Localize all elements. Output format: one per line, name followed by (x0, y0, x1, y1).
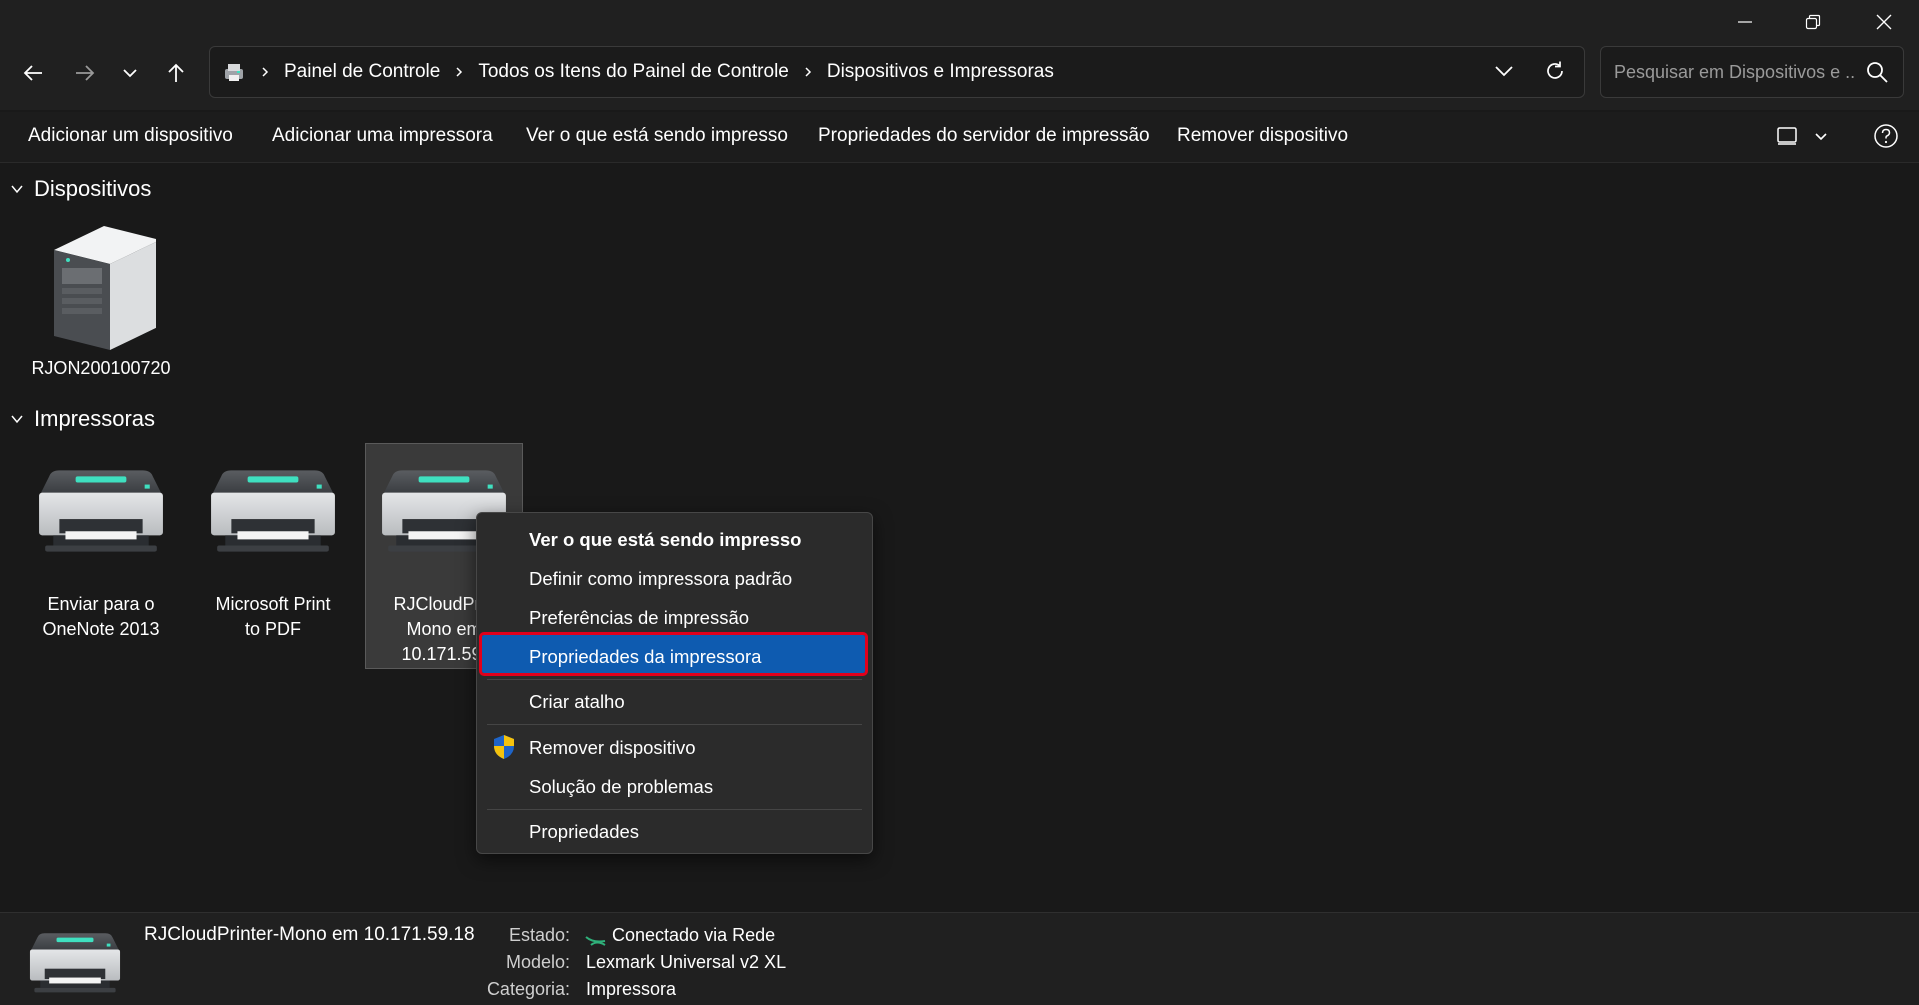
device-label: RJON200100720 (31, 358, 171, 378)
context-menu: Ver o que está sendo impresso Definir co… (476, 512, 873, 854)
arrow-right-icon (76, 65, 95, 81)
printer-icon (207, 468, 339, 560)
devices-group-title: Dispositivos (34, 176, 152, 201)
details-pane: RJCloudPrinter-Mono em 10.171.59.18 Esta… (0, 912, 1919, 1005)
search-icon (1867, 62, 1888, 83)
breadcrumb-separator-icon (260, 66, 270, 78)
command-bar: Adicionar um dispositivo Adicionar uma i… (0, 112, 1919, 163)
printer-item-microsoft-pdf[interactable]: Microsoft Print to PDF (194, 468, 352, 642)
chevron-down-icon (123, 69, 137, 78)
forward-button[interactable] (64, 52, 106, 94)
printer-icon (27, 931, 123, 999)
model-value: Lexmark Universal v2 XL (586, 952, 787, 972)
control-panel-icon (222, 61, 246, 83)
devices-group-header[interactable]: Dispositivos (10, 176, 151, 202)
server-icon (54, 226, 156, 350)
help-icon (1874, 124, 1898, 148)
printer-label-line2: to PDF (244, 619, 301, 639)
refresh-icon (1547, 61, 1563, 79)
uac-shield-icon (492, 734, 516, 760)
state-label: Estado: (508, 925, 570, 945)
title-bar: Painel de Controle Todos os Itens do Pai… (0, 0, 1919, 110)
menu-divider (487, 724, 862, 725)
search-input[interactable] (1612, 60, 1856, 84)
restore-button[interactable] (1778, 0, 1848, 44)
printer-item-onenote[interactable]: Enviar para o OneNote 2013 (22, 468, 180, 642)
printers-group-title: Impressoras (34, 406, 156, 431)
breadcrumb-separator-icon (454, 66, 464, 78)
refresh-button[interactable] (1544, 60, 1566, 82)
chevron-down-icon (11, 415, 23, 424)
add-device-button[interactable]: Adicionar um dispositivo (28, 125, 233, 147)
menu-item-set-default[interactable]: Definir como impressora padrão (529, 568, 792, 590)
menu-divider (487, 679, 862, 680)
view-options-button[interactable] (1776, 125, 1828, 147)
back-button[interactable] (12, 52, 54, 94)
menu-item-remove-device[interactable]: Remover dispositivo (529, 737, 696, 759)
breadcrumb-todos-os-itens[interactable]: Todos os Itens do Painel de Controle (478, 61, 789, 83)
address-history-button[interactable] (1494, 61, 1514, 81)
arrow-left-icon (23, 65, 42, 81)
menu-item-printer-properties[interactable]: Propriedades da impressora (529, 646, 761, 668)
printer-icon (35, 468, 167, 560)
arrow-up-icon (168, 63, 184, 82)
network-icon (585, 931, 607, 947)
state-value: Conectado via Rede (612, 925, 776, 945)
category-label: Categoria: (486, 979, 570, 999)
model-label: Modelo: (505, 952, 570, 972)
menu-item-print-preferences[interactable]: Preferências de impressão (529, 607, 749, 629)
chevron-down-icon (1495, 66, 1513, 77)
up-button[interactable] (155, 52, 197, 94)
printer-label-line1: Enviar para o (47, 594, 155, 614)
menu-item-create-shortcut[interactable]: Criar atalho (529, 691, 625, 713)
menu-item-properties[interactable]: Propriedades (529, 821, 639, 843)
printer-label-line2: OneNote 2013 (42, 619, 160, 639)
menu-item-see-printing[interactable]: Ver o que está sendo impresso (529, 529, 801, 551)
add-printer-button[interactable]: Adicionar uma impressora (272, 125, 493, 147)
minimize-button[interactable] (1710, 0, 1780, 44)
breadcrumb-dispositivos-e-impressoras[interactable]: Dispositivos e Impressoras (827, 61, 1054, 83)
breadcrumb-separator-icon (803, 66, 813, 78)
selected-device-name: RJCloudPrinter-Mono em 10.171.59.18 (144, 924, 475, 945)
print-server-properties-button[interactable]: Propriedades do servidor de impressão (818, 125, 1150, 147)
help-button[interactable] (1873, 123, 1899, 149)
category-value: Impressora (586, 979, 677, 999)
device-item[interactable]: RJON200100720 (22, 222, 180, 381)
chevron-down-icon (1815, 133, 1827, 141)
address-bar[interactable]: Painel de Controle Todos os Itens do Pai… (209, 46, 1585, 98)
view-layout-icon (1777, 127, 1797, 145)
search-button[interactable] (1865, 60, 1889, 84)
see-printing-button[interactable]: Ver o que está sendo impresso (526, 125, 788, 147)
minimize-icon (1738, 21, 1752, 23)
breadcrumb-painel-de-controle[interactable]: Painel de Controle (284, 61, 440, 83)
printer-label-line1: Microsoft Print (215, 594, 331, 614)
printers-group-header[interactable]: Impressoras (10, 406, 155, 432)
restore-icon (1805, 14, 1821, 30)
chevron-down-icon (11, 185, 23, 194)
menu-divider (487, 809, 862, 810)
close-button[interactable] (1849, 0, 1919, 44)
search-box (1600, 46, 1904, 98)
remove-device-button[interactable]: Remover dispositivo (1177, 125, 1348, 147)
close-icon (1876, 14, 1892, 30)
menu-item-troubleshoot[interactable]: Solução de problemas (529, 776, 713, 798)
recent-locations-button[interactable] (109, 52, 151, 94)
